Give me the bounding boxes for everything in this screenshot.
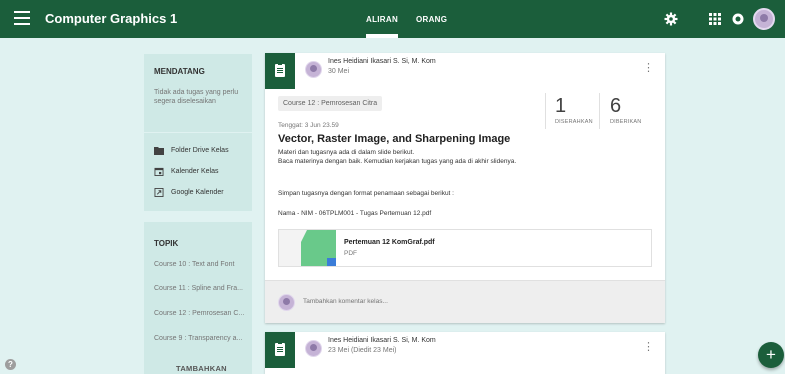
more-vert-icon[interactable]: ⋮ xyxy=(643,342,654,353)
tab-orang[interactable]: ORANG xyxy=(416,15,447,24)
link-label: Google Kalender xyxy=(171,189,224,196)
topic-item[interactable]: Course 9 : Transparency a... xyxy=(154,335,242,342)
topics-heading: TOPIK xyxy=(154,239,179,248)
description-line: Baca materinya dengan baik. Kemudian ker… xyxy=(278,158,517,165)
tab-aliran[interactable]: ALIRAN xyxy=(366,15,398,24)
stats-divider xyxy=(545,93,546,129)
due-date: Tenggat: 3 Jun 23.59 xyxy=(278,122,339,129)
class-links-panel: Folder Drive Kelas Kalender Kelas Google… xyxy=(144,133,252,211)
calendar-icon xyxy=(154,167,164,176)
add-topic-button[interactable]: TAMBAHKAN TOPIK xyxy=(176,364,252,374)
topic-item[interactable]: Course 11 : Spline and Fra... xyxy=(154,285,243,292)
stats-divider xyxy=(599,93,600,129)
external-link-icon xyxy=(154,188,164,197)
link-label: Kalender Kelas xyxy=(171,168,219,175)
assignment-description: Materi dan tugasnya ada di dalam slide b… xyxy=(278,148,516,166)
post-header: Ines Heidiani Ikasari S. Si, M. Kom 23 M… xyxy=(265,332,665,368)
post-header: Ines Heidiani Ikasari S. Si, M. Kom 30 M… xyxy=(265,53,665,89)
link-label: Folder Drive Kelas xyxy=(171,147,229,154)
link-google-calendar[interactable]: Google Kalender xyxy=(154,188,224,197)
topics-panel: TOPIK Course 10 : Text and Font Course 1… xyxy=(144,222,252,374)
link-class-calendar[interactable]: Kalender Kelas xyxy=(154,167,218,176)
filename-format-line: Nama - NIM - 06TPLM001 - Tugas Pertemuan… xyxy=(278,210,432,217)
instruction-line: Simpan tugasnya dengan format penamaan s… xyxy=(278,190,454,197)
author-avatar xyxy=(305,61,322,78)
assignment-title[interactable]: Vector, Raster Image, and Sharpening Ima… xyxy=(278,133,510,145)
add-class-comment-input[interactable]: Tambahkan komentar kelas... xyxy=(303,298,388,305)
folder-icon xyxy=(154,147,164,155)
class-comment-area: Tambahkan komentar kelas... xyxy=(265,280,665,323)
upcoming-heading: MENDATANG xyxy=(154,67,205,76)
topic-item[interactable]: Course 12 : Pemrosesan C... xyxy=(154,310,244,317)
active-tab-indicator xyxy=(366,34,398,38)
topic-chip[interactable]: Course 12 : Pemrosesan Citra xyxy=(278,96,383,111)
post-date: 23 Mei (Diedit 23 Mei) xyxy=(328,347,397,354)
attachment-name: Pertemuan 12 KomGraf.pdf xyxy=(344,239,435,246)
top-app-bar: Computer Graphics 1 ALIRAN ORANG xyxy=(0,0,785,38)
help-icon[interactable]: ? xyxy=(5,359,16,370)
apps-grid-icon[interactable] xyxy=(708,12,722,26)
upcoming-panel: MENDATANG Tidak ada tugas yang perlu seg… xyxy=(144,54,252,132)
commenter-avatar xyxy=(278,294,295,311)
attachment-pdf[interactable]: Pertemuan 12 KomGraf.pdf PDF xyxy=(278,229,652,267)
more-vert-icon[interactable]: ⋮ xyxy=(643,63,654,74)
post-author: Ines Heidiani Ikasari S. Si, M. Kom xyxy=(328,58,436,65)
attachment-type: PDF xyxy=(344,250,357,257)
post-author: Ines Heidiani Ikasari S. Si, M. Kom xyxy=(328,337,436,344)
assignment-post: Ines Heidiani Ikasari S. Si, M. Kom 30 M… xyxy=(265,53,665,323)
post-body: Course 12 : Pemrosesan Citra Tenggat: 3 … xyxy=(265,89,665,280)
link-drive-folder[interactable]: Folder Drive Kelas xyxy=(154,146,229,155)
topic-item[interactable]: Course 10 : Text and Font xyxy=(154,261,234,268)
notifications-icon[interactable] xyxy=(731,12,745,26)
settings-gear-icon[interactable] xyxy=(664,12,678,26)
submitted-count[interactable]: 1 xyxy=(555,95,566,118)
description-line: Materi dan tugasnya ada di dalam slide b… xyxy=(278,149,415,156)
assignment-icon xyxy=(265,332,295,368)
attachment-thumbnail xyxy=(279,230,336,266)
assignment-post: Ines Heidiani Ikasari S. Si, M. Kom 23 M… xyxy=(265,332,665,374)
assignment-icon xyxy=(265,53,295,89)
submitted-label: DISERAHKAN xyxy=(555,119,593,125)
class-title[interactable]: Computer Graphics 1 xyxy=(45,11,177,26)
post-date: 30 Mei xyxy=(328,68,350,75)
user-avatar[interactable] xyxy=(753,8,775,30)
menu-icon[interactable] xyxy=(14,11,30,27)
assigned-count[interactable]: 6 xyxy=(610,95,621,118)
author-avatar xyxy=(305,340,322,357)
assigned-label: DIBERIKAN xyxy=(610,119,642,125)
create-fab-button[interactable]: + xyxy=(758,342,784,368)
upcoming-text: Tidak ada tugas yang perlu segera disele… xyxy=(154,89,239,105)
